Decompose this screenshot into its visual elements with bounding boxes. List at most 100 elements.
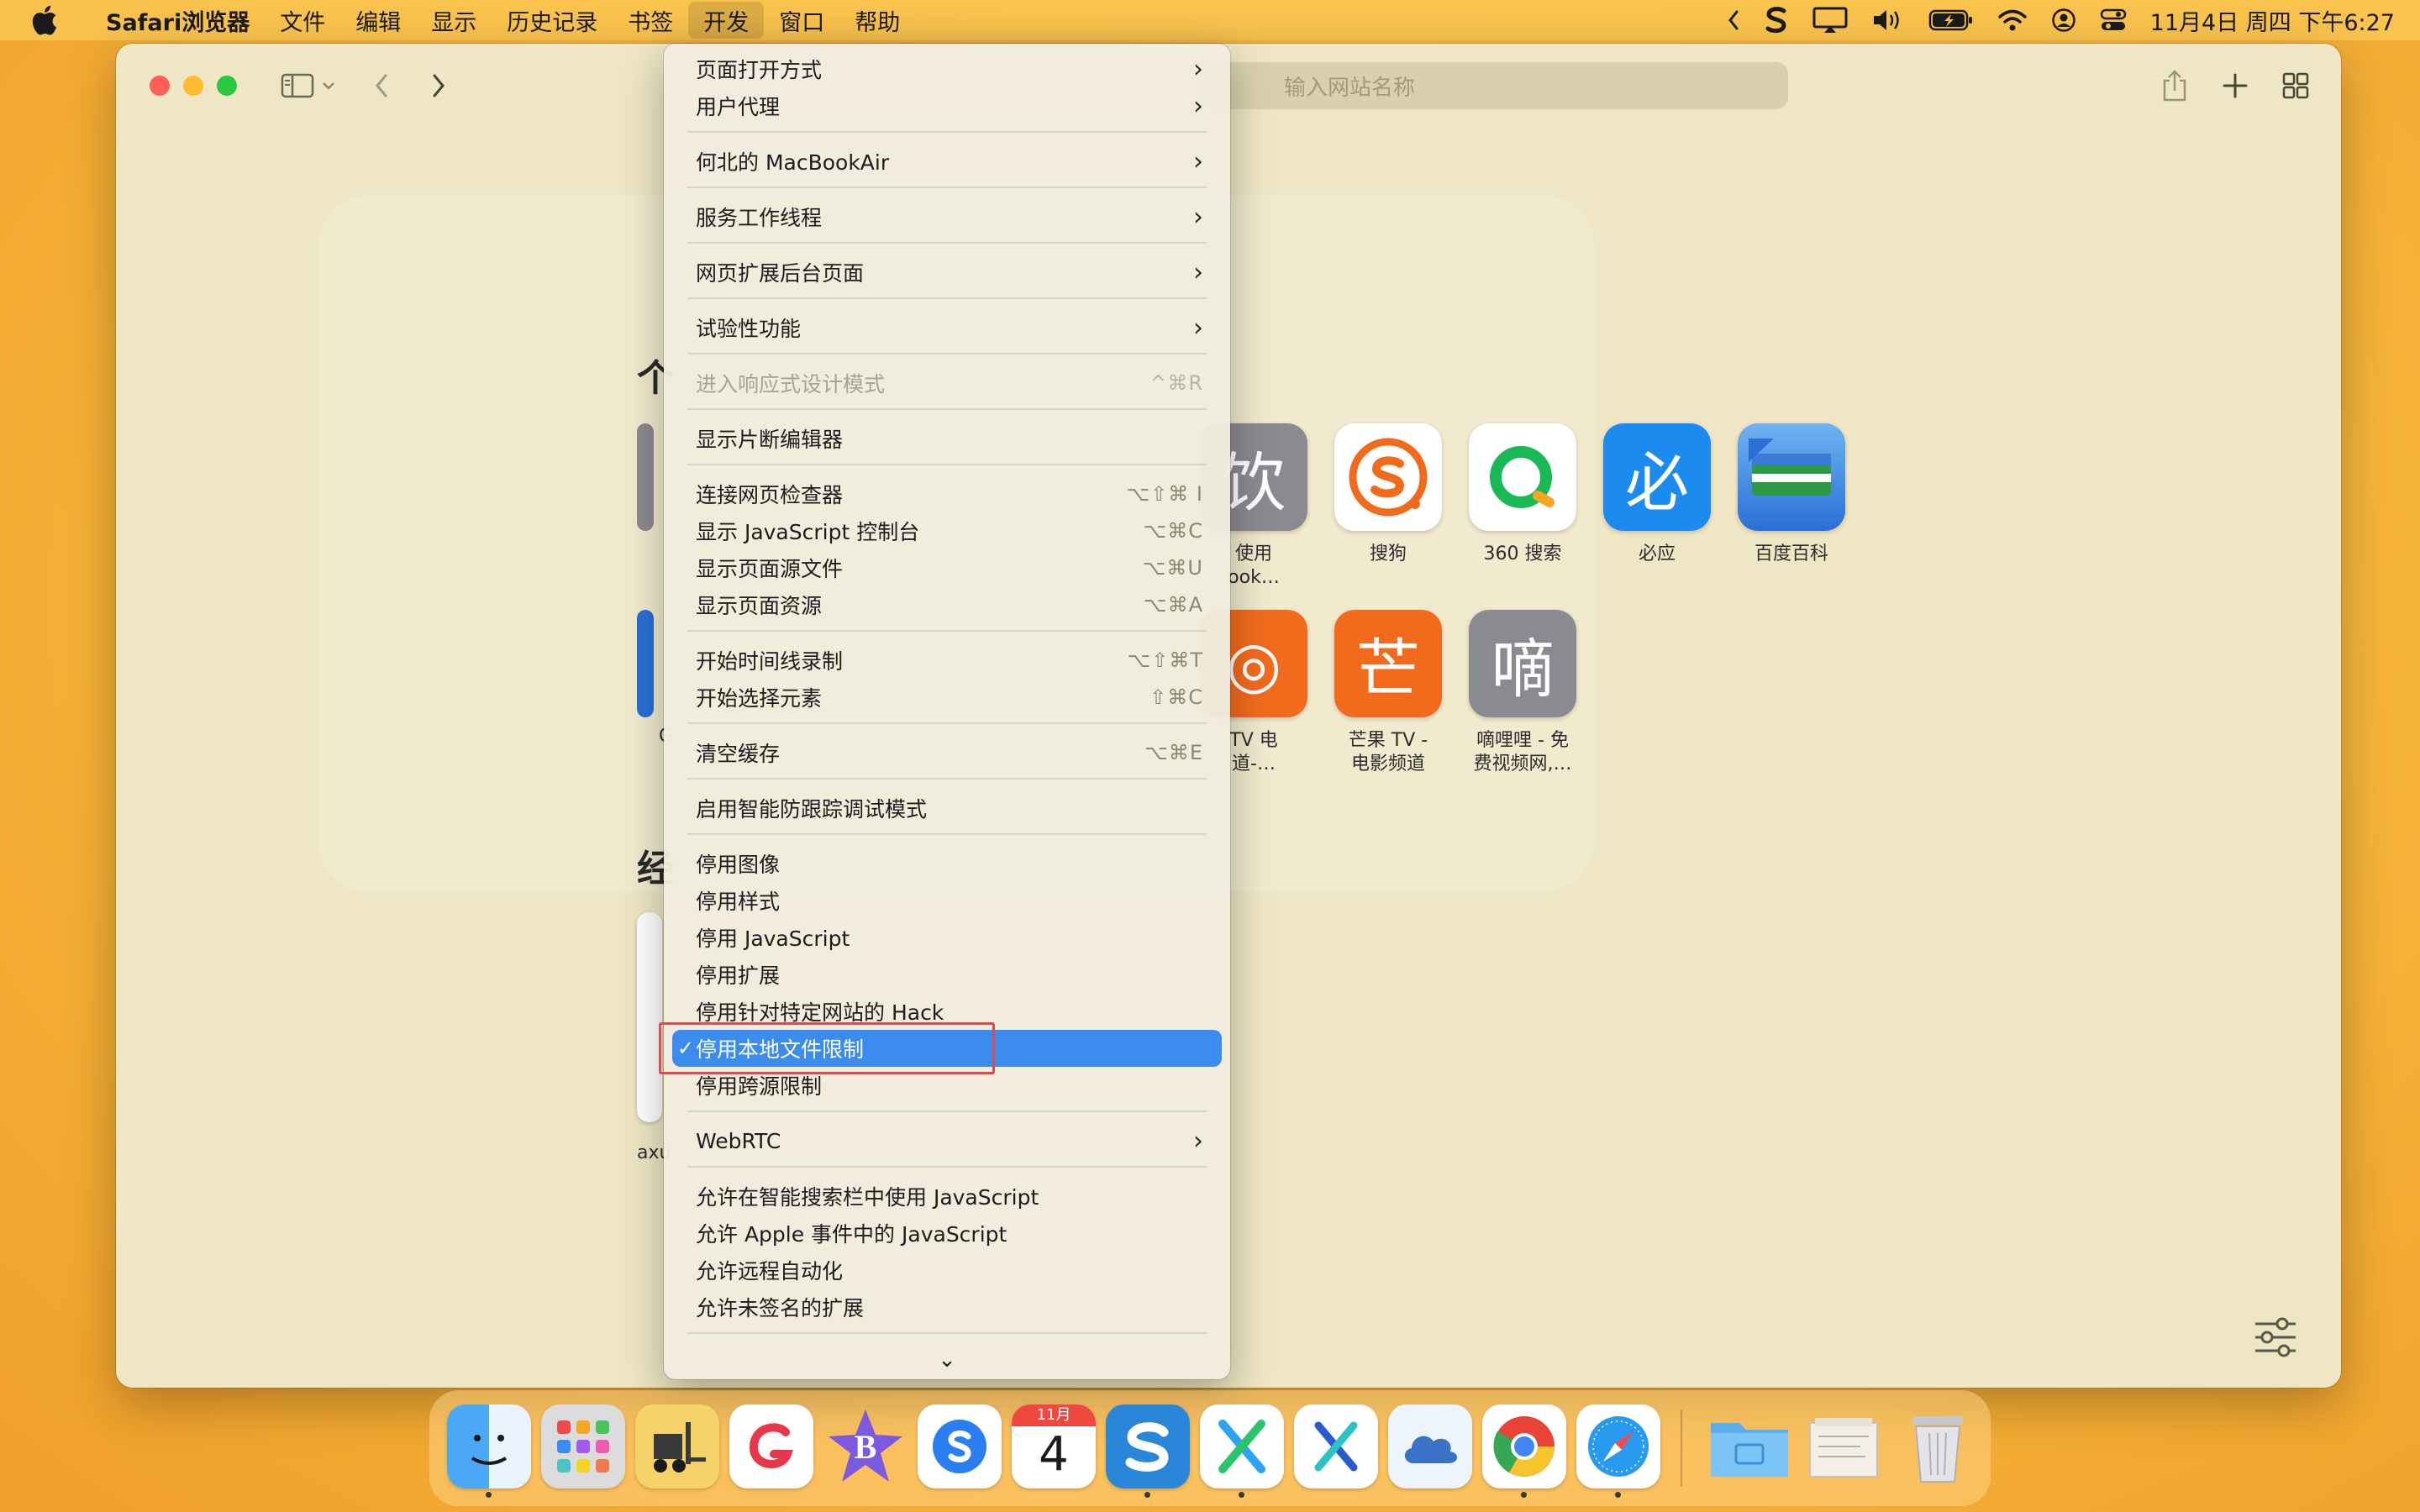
menu-item-disable-styles[interactable]: 停用样式 [672, 882, 1222, 919]
menu-window[interactable]: 窗口 [764, 2, 839, 39]
start-page-settings-icon[interactable] [2250, 1312, 2301, 1362]
finder-icon[interactable] [447, 1404, 531, 1488]
360-search-logo-icon [1469, 423, 1576, 531]
menu-bookmarks[interactable]: 书签 [613, 2, 688, 39]
favorite-label: 搜狗 [1369, 543, 1407, 564]
xmind-alt-icon[interactable] [1294, 1404, 1378, 1488]
menu-item-disable-images[interactable]: 停用图像 [672, 845, 1222, 882]
scroll-down-indicator-icon[interactable]: ⌄ [664, 1347, 1230, 1373]
calendar-icon[interactable]: 11月 4 [1012, 1404, 1096, 1488]
share-icon[interactable] [2153, 64, 2196, 108]
sidebar-toggle-icon[interactable] [276, 64, 319, 108]
favorite-site[interactable]: 必 必应 [1590, 423, 1724, 566]
calendar-day: 4 [1039, 1427, 1069, 1482]
back-button[interactable] [360, 64, 403, 108]
documents-stack-icon[interactable] [1802, 1404, 1886, 1488]
favorite-site[interactable]: 搜狗 [1321, 423, 1455, 566]
forward-button[interactable] [417, 64, 460, 108]
launchpad-icon[interactable] [541, 1404, 625, 1488]
menu-item-service-workers[interactable]: 服务工作线程 › [672, 198, 1222, 235]
favorite-site[interactable]: 百度百科 [1724, 423, 1859, 566]
favorite-label: 嘀哩哩 - 免 费视频网,… [1473, 730, 1572, 774]
sogou-status-icon[interactable] [1764, 6, 1789, 34]
menu-develop[interactable]: 开发 [688, 2, 765, 39]
dock-divider [1681, 1410, 1682, 1487]
favorite-tile-partial[interactable] [637, 610, 654, 717]
bbedit-icon[interactable]: B [823, 1404, 908, 1488]
control-center-icon[interactable] [2100, 8, 2127, 33]
frequent-site-thumbnail[interactable] [637, 912, 662, 1122]
folder-icon[interactable] [1707, 1404, 1791, 1488]
menubar-clock[interactable]: 11月4日 周四 下午6:27 [2150, 4, 2395, 37]
apple-menu-icon[interactable] [32, 5, 69, 35]
menu-history[interactable]: 历史记录 [492, 2, 613, 39]
menu-item-snippet-editor[interactable]: 显示片断编辑器 [672, 420, 1222, 457]
menu-item-javascript-console[interactable]: 显示 JavaScript 控制台 ⌥⌘C [672, 512, 1222, 549]
wifi-icon[interactable] [1997, 8, 2028, 32]
menu-item-allow-js-apple-events[interactable]: 允许 Apple 事件中的 JavaScript [672, 1215, 1222, 1252]
battery-charging-icon[interactable] [1928, 8, 1974, 32]
zoom-window-button[interactable] [217, 76, 237, 96]
safari-icon[interactable] [1576, 1404, 1660, 1488]
menu-item-disable-extensions[interactable]: 停用扩展 [672, 956, 1222, 993]
menu-item-disable-javascript[interactable]: 停用 JavaScript [672, 919, 1222, 956]
menu-item-timeline-recording[interactable]: 开始时间线录制 ⌥⇧⌘T [672, 642, 1222, 679]
sogou-icon[interactable] [918, 1404, 1002, 1488]
menu-item-page-source[interactable]: 显示页面源文件 ⌥⌘U [672, 549, 1222, 586]
favorite-site[interactable]: 360 搜索 [1455, 423, 1590, 566]
menu-file[interactable]: 文件 [265, 2, 340, 39]
menu-item-empty-caches[interactable]: 清空缓存 ⌥⌘E [672, 734, 1222, 771]
submenu-arrow-icon: › [1193, 146, 1203, 176]
menu-help[interactable]: 帮助 [839, 2, 915, 39]
menu-item-page-resources[interactable]: 显示页面资源 ⌥⌘A [672, 586, 1222, 623]
menu-edit[interactable]: 编辑 [340, 2, 416, 39]
favorite-site[interactable]: 芒 芒果 TV - 电影频道 [1321, 610, 1455, 776]
menu-item-user-agent[interactable]: 用户代理 › [672, 87, 1222, 124]
forklift-icon[interactable] [635, 1404, 719, 1488]
menu-separator [687, 630, 1207, 632]
submenu-arrow-icon: › [1193, 202, 1203, 232]
airplay-display-icon[interactable] [1812, 6, 1848, 34]
menu-separator [687, 833, 1207, 835]
icloud-icon[interactable] [1388, 1404, 1472, 1488]
menu-item-itp-debug-mode[interactable]: 启用智能防跟踪调试模式 [672, 790, 1222, 827]
menu-separator [687, 242, 1207, 244]
new-tab-icon[interactable] [2213, 64, 2257, 108]
user-account-icon[interactable] [2051, 8, 2076, 33]
tab-overview-icon[interactable] [2274, 64, 2317, 108]
collapse-arrow-icon[interactable] [1727, 9, 1740, 31]
chevron-down-icon[interactable] [316, 64, 341, 108]
menu-item-web-inspector[interactable]: 连接网页检查器 ⌥⇧⌘ I [672, 475, 1222, 512]
favorite-site[interactable]: 嘀 嘀哩哩 - 免 费视频网,… [1455, 610, 1590, 776]
menu-app-name[interactable]: Safari浏览器 [91, 2, 265, 39]
chrome-icon[interactable] [1482, 1404, 1566, 1488]
grammarly-icon[interactable] [729, 1404, 813, 1488]
menu-item-device[interactable]: 何北的 MacBookAir › [672, 143, 1222, 180]
menu-item-webrtc[interactable]: WebRTC › [672, 1122, 1222, 1159]
submenu-arrow-icon: › [1193, 54, 1203, 84]
menu-item-page-open-method[interactable]: 页面打开方式 › [672, 50, 1222, 87]
menu-item-allow-js-smart-search[interactable]: 允许在智能搜索栏中使用 JavaScript [672, 1178, 1222, 1215]
submenu-arrow-icon: › [1193, 1126, 1203, 1156]
trash-icon[interactable] [1896, 1404, 1980, 1488]
xmind-icon[interactable] [1200, 1404, 1284, 1488]
menu-item-allow-remote-automation[interactable]: 允许远程自动化 [672, 1252, 1222, 1289]
favorite-tile-partial[interactable] [637, 423, 654, 531]
minimize-window-button[interactable] [183, 76, 203, 96]
close-window-button[interactable] [150, 76, 170, 96]
menu-separator [687, 408, 1207, 410]
address-placeholder: 输入网站名称 [1284, 75, 1416, 101]
menu-item-select-element[interactable]: 开始选择元素 ⇧⌘C [672, 679, 1222, 716]
menu-item-experimental-features[interactable]: 试验性功能 › [672, 309, 1222, 346]
menu-separator [687, 778, 1207, 780]
menu-separator [687, 1166, 1207, 1168]
menu-separator [687, 131, 1207, 133]
menu-item-allow-unsigned-extensions[interactable]: 允许未签名的扩展 [672, 1289, 1222, 1326]
favorite-label: 360 搜索 [1483, 543, 1562, 564]
running-indicator [1239, 1492, 1244, 1498]
menu-view[interactable]: 显示 [416, 2, 492, 39]
volume-icon[interactable] [1871, 8, 1905, 33]
smart-search-field[interactable]: 输入网站名称 [1200, 62, 1788, 109]
sogou-input-icon[interactable] [1106, 1404, 1190, 1488]
menu-item-extension-background-pages[interactable]: 网页扩展后台页面 › [672, 254, 1222, 291]
